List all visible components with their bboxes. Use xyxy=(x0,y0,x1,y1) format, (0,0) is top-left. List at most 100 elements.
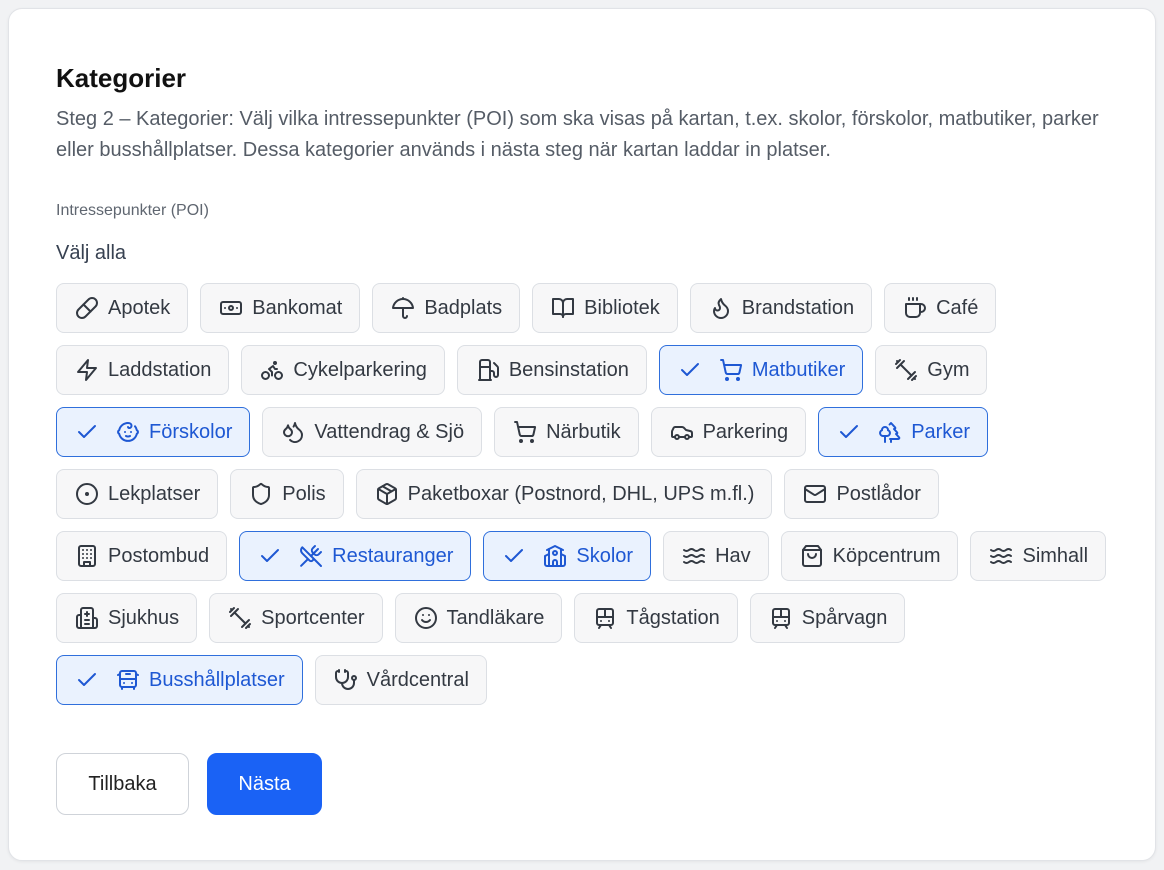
category-chip[interactable]: Vårdcentral xyxy=(314,655,487,705)
category-chip[interactable]: Sportcenter xyxy=(209,593,383,643)
dumbbell-icon xyxy=(894,358,918,382)
dumbbell-icon xyxy=(228,606,252,630)
page-title: Kategorier xyxy=(56,63,187,93)
zap-icon xyxy=(75,358,99,382)
category-chip-label: Matbutiker xyxy=(751,358,846,381)
school-icon xyxy=(543,544,567,568)
category-chip-label: Vattendrag & Sjö xyxy=(314,420,465,443)
tram-icon xyxy=(769,606,793,630)
category-chip[interactable]: Bibliotek xyxy=(532,283,678,333)
baby-icon xyxy=(116,420,140,444)
package-icon xyxy=(375,482,399,506)
category-chip[interactable]: Polis xyxy=(230,469,344,519)
category-chip-label: Restauranger xyxy=(332,544,454,567)
category-chip[interactable]: Lekplatser xyxy=(56,469,219,519)
category-chip[interactable]: Paketboxar (Postnord, DHL, UPS m.fl.) xyxy=(355,469,773,519)
category-chip-label: Skolor xyxy=(576,544,634,567)
category-chip[interactable]: Brandstation xyxy=(689,283,873,333)
category-chip-label: Polis xyxy=(282,482,326,505)
category-chip-label: Förskolor xyxy=(149,420,233,443)
check-icon xyxy=(75,668,99,692)
category-chip[interactable]: Cykelparkering xyxy=(241,345,445,395)
check-icon xyxy=(678,358,702,382)
category-chip-label: Parkering xyxy=(702,420,789,443)
category-chip[interactable]: Sjukhus xyxy=(56,593,198,643)
shopping-bag-icon xyxy=(800,544,824,568)
droplets-icon xyxy=(281,420,305,444)
stethoscope-icon xyxy=(334,668,358,692)
circle-dot-icon xyxy=(75,482,99,506)
category-chip[interactable]: Parker xyxy=(818,407,989,457)
category-chip-label: Bensinstation xyxy=(508,358,629,381)
check-icon xyxy=(258,544,282,568)
category-chip-label: Postombud xyxy=(108,544,210,567)
step-description: Steg 2 – Kategorier: Välj vilka intresse… xyxy=(56,108,1099,161)
category-chip[interactable]: Skolor xyxy=(483,531,652,581)
car-icon xyxy=(670,420,694,444)
category-chip-label: Café xyxy=(936,296,979,319)
category-chip[interactable]: Hav xyxy=(663,531,769,581)
category-chip[interactable]: Vattendrag & Sjö xyxy=(262,407,483,457)
category-chip-label: Apotek xyxy=(108,296,171,319)
back-button[interactable]: Tillbaka xyxy=(56,753,189,815)
category-chip-label: Brandstation xyxy=(741,296,855,319)
category-chip[interactable]: Restauranger xyxy=(239,531,472,581)
category-chip[interactable]: Café xyxy=(884,283,997,333)
category-chip-label: Sjukhus xyxy=(108,606,180,629)
category-chip[interactable]: Bensinstation xyxy=(456,345,647,395)
category-chip[interactable]: Köpcentrum xyxy=(780,531,959,581)
category-chip-label: Cykelparkering xyxy=(293,358,427,381)
trees-icon xyxy=(878,420,902,444)
check-icon xyxy=(502,544,526,568)
category-chip[interactable]: Laddstation xyxy=(56,345,230,395)
waves-icon xyxy=(989,544,1013,568)
poi-section-label: Intressepunkter (POI) xyxy=(56,202,209,219)
utensils-crossed-icon xyxy=(299,544,323,568)
category-chip[interactable]: Apotek xyxy=(56,283,189,333)
check-icon xyxy=(837,420,861,444)
category-chip-label: Spårvagn xyxy=(801,606,888,629)
umbrella-icon xyxy=(391,296,415,320)
category-chip[interactable]: Närbutik xyxy=(494,407,639,457)
next-button[interactable]: Nästa xyxy=(207,753,322,815)
waves-icon xyxy=(682,544,706,568)
category-chip-label: Bankomat xyxy=(252,296,343,319)
select-all-link[interactable]: Välj alla xyxy=(56,242,126,265)
category-chip-label: Paketboxar (Postnord, DHL, UPS m.fl.) xyxy=(407,482,755,505)
category-chip-label: Hav xyxy=(715,544,751,567)
category-chip-label: Laddstation xyxy=(108,358,212,381)
category-chip-label: Tandläkare xyxy=(446,606,545,629)
category-chip[interactable]: Badplats xyxy=(372,283,521,333)
category-chip[interactable]: Gym xyxy=(875,345,988,395)
category-chip-label: Tågstation xyxy=(626,606,720,629)
building-icon xyxy=(75,544,99,568)
category-chip[interactable]: Postlådor xyxy=(784,469,939,519)
category-chip-label: Postlådor xyxy=(836,482,921,505)
category-chip[interactable]: Bankomat xyxy=(200,283,361,333)
category-chip[interactable]: Förskolor xyxy=(56,407,251,457)
mail-icon xyxy=(803,482,827,506)
category-chip[interactable]: Parkering xyxy=(650,407,807,457)
category-chip-label: Sportcenter xyxy=(261,606,365,629)
category-chip[interactable]: Spårvagn xyxy=(749,593,906,643)
smile-icon xyxy=(414,606,438,630)
category-chip[interactable]: Postombud xyxy=(56,531,228,581)
category-chip[interactable]: Tågstation xyxy=(574,593,738,643)
flame-icon xyxy=(709,296,733,320)
category-chip[interactable]: Tandläkare xyxy=(394,593,563,643)
category-chip[interactable]: Busshållplatser xyxy=(56,655,303,705)
category-chip[interactable]: Matbutiker xyxy=(658,345,864,395)
category-chip-label: Parker xyxy=(911,420,971,443)
category-chip-label: Närbutik xyxy=(546,420,621,443)
check-icon xyxy=(75,420,99,444)
train-icon xyxy=(593,606,617,630)
category-chip-label: Bibliotek xyxy=(584,296,660,319)
bus-icon xyxy=(116,668,140,692)
shopping-cart-icon xyxy=(513,420,537,444)
category-chip-label: Vårdcentral xyxy=(366,668,469,691)
bike-icon xyxy=(260,358,284,382)
hospital-icon xyxy=(75,606,99,630)
category-chip[interactable]: Simhall xyxy=(970,531,1107,581)
coffee-icon xyxy=(903,296,927,320)
shield-icon xyxy=(249,482,273,506)
